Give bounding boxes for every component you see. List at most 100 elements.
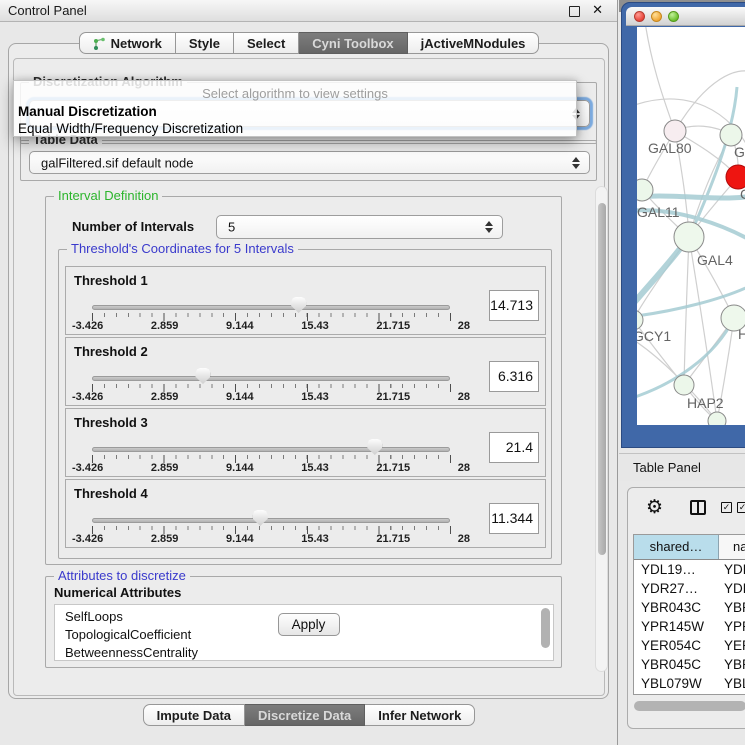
cell-shared-name[interactable]: YDL19… [634, 560, 719, 579]
dropdown-option-manual[interactable]: Manual Discretization [18, 104, 157, 119]
threshold-slider-thumb[interactable] [291, 297, 306, 313]
node-gal4[interactable] [674, 222, 704, 252]
table-data-combobox[interactable]: galFiltered.sif default node [29, 151, 590, 174]
node-label-hap2: HAP2 [687, 395, 724, 411]
apply-button[interactable]: Apply [278, 613, 340, 636]
scale-tick-label: 15.43 [301, 533, 329, 545]
table-row[interactable]: YDR27…YDR2 [634, 579, 745, 598]
node-gcy1[interactable] [637, 310, 643, 330]
dropdown-option-equal-width[interactable]: Equal Width/Frequency Discretization [18, 121, 243, 136]
float-icon[interactable] [569, 6, 580, 17]
node-hap2[interactable] [674, 375, 694, 395]
table-row[interactable]: YER054CYER0 [634, 636, 745, 655]
checkbox-icon[interactable]: ✓ [737, 502, 745, 513]
scale-tick-label: 9.144 [226, 320, 254, 332]
cell-shared-name[interactable]: YDR27… [634, 579, 719, 598]
node-label-partial-ga: GA [734, 144, 745, 160]
close-icon[interactable]: ✕ [592, 2, 603, 18]
threshold-slider-track[interactable] [92, 376, 450, 381]
settings-scroll-area: Interval Definition Number of Intervals … [17, 186, 594, 672]
gear-icon[interactable]: ⚙ [646, 496, 663, 519]
cell-shared-name[interactable]: YBR043C [634, 598, 719, 617]
tab-network[interactable]: Network [79, 32, 176, 54]
cell-name[interactable]: YDR2 [719, 579, 745, 598]
bottom-tab-discretize-data[interactable]: Discretize Data [245, 704, 365, 726]
threshold-slider-thumb[interactable] [367, 439, 382, 455]
cell-name[interactable]: YPR1 [719, 617, 745, 636]
thresholds-group-title: Threshold's Coordinates for 5 Intervals [67, 242, 298, 256]
zoom-traffic-light-icon[interactable] [668, 11, 679, 22]
close-traffic-light-icon[interactable] [634, 11, 645, 22]
bottom-tab-impute-data[interactable]: Impute Data [143, 704, 245, 726]
threshold-slider-track[interactable] [92, 305, 450, 310]
minimize-traffic-light-icon[interactable] [651, 11, 662, 22]
tab-style[interactable]: Style [176, 32, 234, 54]
threshold-slider-track[interactable] [92, 447, 450, 452]
scale-tick-label: -3.426 [72, 391, 103, 403]
table-row[interactable]: YPR145WYPR1 [634, 617, 745, 636]
table-row[interactable]: YLR345WYLR3 [634, 693, 745, 695]
threshold-slider-thumb[interactable] [253, 510, 268, 526]
settings-vertical-scrollbar[interactable] [595, 186, 608, 672]
scale-tick-label: 2.859 [151, 533, 179, 545]
attribute-list-item[interactable]: BetweennessCentrality [65, 644, 553, 661]
threshold-slider-track[interactable] [92, 518, 450, 523]
checkbox-icon[interactable]: ✓ [721, 502, 732, 513]
scale-tick-label: 15.43 [301, 320, 329, 332]
table-row[interactable]: YBR043CYBR0 [634, 598, 745, 617]
cell-shared-name[interactable]: YBL079W [634, 674, 719, 693]
table-horizontal-scrollbar[interactable] [634, 701, 745, 711]
table-panel: ⚙ ✓ ✓ shared… na YDL19…YDL1YDR27…YDR2YBR… [627, 487, 745, 729]
attributes-list-scrollbar[interactable] [541, 608, 550, 648]
threshold-value-field[interactable]: 21.4 [489, 432, 539, 463]
cell-name[interactable]: YBL0 [719, 674, 745, 693]
cell-shared-name[interactable]: YPR145W [634, 617, 719, 636]
bottom-tab-infer-network[interactable]: Infer Network [365, 704, 475, 726]
node-partial-bottom[interactable] [708, 412, 726, 425]
cell-name[interactable]: YBR0 [719, 655, 745, 674]
slider-scale-labels: -3.4262.8599.14415.4321.71528 [72, 533, 470, 545]
attributes-group-title: Attributes to discretize [54, 569, 190, 583]
threshold-value-field[interactable]: 14.713 [489, 290, 539, 321]
node-partial-top-right[interactable] [720, 124, 742, 146]
cell-shared-name[interactable]: YLR345W [634, 693, 719, 695]
table-row[interactable]: YBR045CYBR0 [634, 655, 745, 674]
cell-name[interactable]: YDL1 [719, 560, 745, 579]
scale-tick-label: 28 [458, 391, 470, 403]
table-body: YDL19…YDL1YDR27…YDR2YBR043CYBR0YPR145WYP… [634, 560, 745, 695]
node-label-gal4: GAL4 [697, 252, 733, 268]
threshold-value-field[interactable]: 6.316 [489, 361, 539, 392]
network-view-window[interactable]: GAL80 GAL11 GAL4 GCY1 HAP2 GA C H [621, 2, 745, 448]
threshold-label: Threshold 4 [74, 486, 148, 501]
tab-select[interactable]: Select [234, 32, 299, 54]
cell-name[interactable]: YLR3 [719, 693, 745, 695]
scale-tick-label: 9.144 [226, 462, 254, 474]
network-window-titlebar[interactable] [626, 7, 745, 26]
cell-name[interactable]: YER0 [719, 636, 745, 655]
network-icon [93, 36, 106, 50]
scale-tick-label: 2.859 [151, 320, 179, 332]
network-canvas[interactable]: GAL80 GAL11 GAL4 GCY1 HAP2 GA C H [637, 27, 745, 425]
interval-definition-title: Interval Definition [54, 189, 162, 203]
cell-shared-name[interactable]: YBR045C [634, 655, 719, 674]
table-panel-toolbar: ⚙ ✓ ✓ [628, 488, 745, 530]
table-row[interactable]: YBL079WYBL0 [634, 674, 745, 693]
node-label-partial-c: C [740, 186, 745, 202]
table-header-name[interactable]: na [719, 535, 745, 559]
threshold-value-field[interactable]: 11.344 [489, 503, 539, 534]
columns-icon[interactable] [690, 500, 706, 515]
dropdown-placeholder-item[interactable]: Select algorithm to view settings [14, 86, 576, 101]
scrollbar-thumb[interactable] [598, 203, 606, 555]
scale-tick-label: 15.43 [301, 391, 329, 403]
table-header-shared-name[interactable]: shared… [634, 535, 719, 559]
number-of-intervals-combobox[interactable]: 5 [216, 215, 503, 239]
cell-shared-name[interactable]: YER054C [634, 636, 719, 655]
control-panel: Control Panel ✕ Network Sty [0, 0, 618, 745]
node-attribute-table[interactable]: shared… na YDL19…YDL1YDR27…YDR2YBR043CYB… [633, 534, 745, 695]
table-row[interactable]: YDL19…YDL1 [634, 560, 745, 579]
tab-cyni-toolbox[interactable]: Cyni Toolbox [299, 32, 407, 54]
threshold-slider-thumb[interactable] [195, 368, 210, 384]
cell-name[interactable]: YBR0 [719, 598, 745, 617]
node-gal80[interactable] [664, 120, 686, 142]
tab-jactivemnodules[interactable]: jActiveMNodules [408, 32, 540, 54]
